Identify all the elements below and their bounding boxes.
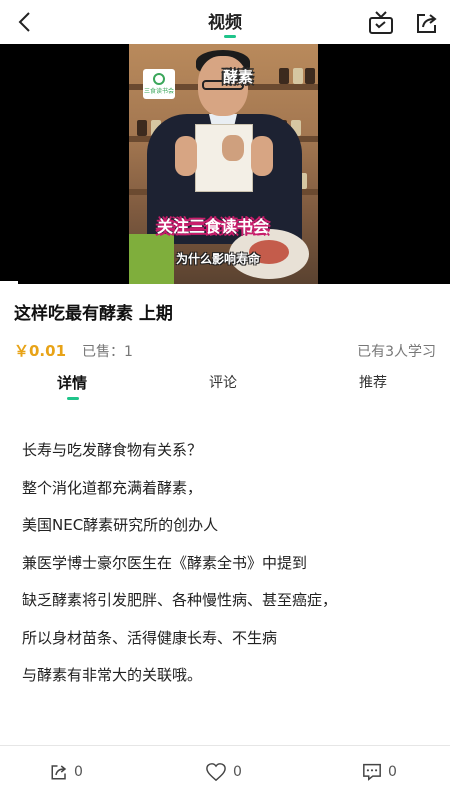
video-caption-top: 酵素 [223,68,254,86]
description-line: 整个消化道都充满着酵素， [22,478,203,497]
video-frame: 三食读书会 酵素 关注三食读书会 为什么影响寿命 [129,44,318,284]
course-description: 长寿与吃发酵食物有关系？ 整个消化道都充满着酵素， 美国NEC酵素研究所的创办人… [22,440,432,703]
video-caption-follow: 关注三食读书会 [157,217,270,236]
bottom-action-bar: 0 0 0 [0,745,450,800]
book-cover [195,124,253,192]
tab-bar: 详情 评论 推荐 [0,372,450,402]
comment-action[interactable]: 0 [362,761,397,783]
like-action[interactable]: 0 [205,761,242,783]
course-title: 这样吃最有酵素 上期 [14,304,173,324]
share-icon [51,765,67,780]
title-indicator [224,35,236,38]
like-count: 0 [233,764,242,780]
tab-recommend[interactable]: 推荐 [359,372,387,392]
share-button[interactable] [412,8,442,38]
description-line: 缺乏酵素将引发肥胖、各种慢性病、甚至癌症， [22,591,338,609]
description-line: 美国NEC酵素研究所的创办人 [22,516,219,534]
share-icon [417,14,437,33]
tv-button[interactable] [366,8,396,38]
tab-detail[interactable]: 详情 [57,372,87,393]
video-player[interactable]: 三食读书会 酵素 关注三食读书会 为什么影响寿命 [0,44,450,284]
video-progress-bar[interactable] [0,281,18,284]
top-bar: 视频 [0,0,450,44]
description-line: 与酵素有非常大的关联哦。 [22,666,203,684]
price-row: ￥0.01 已售：1 已有3人学习 [14,340,436,360]
price: ￥0.01 [14,342,67,360]
tv-icon [369,11,393,34]
tab-comments[interactable]: 评论 [209,372,237,392]
sold-count: 已售：1 [82,344,133,360]
share-action[interactable]: 0 [50,761,83,783]
learner-count: 已有3人学习 [357,344,436,360]
comment-count: 0 [388,764,397,780]
heart-icon [206,763,226,782]
video-caption-bottom: 为什么影响寿命 [176,252,261,266]
description-line: 所以身材苗条、活得健康长寿、不生病 [22,628,278,647]
channel-logo: 三食读书会 [143,69,175,99]
share-count: 0 [74,764,83,780]
tab-indicator [67,397,79,400]
comment-icon [363,763,381,781]
description-line: 长寿与吃发酵食物有关系？ [22,441,203,459]
description-line: 兼医学博士豪尔医生在《酵素全书》中提到 [22,553,308,572]
